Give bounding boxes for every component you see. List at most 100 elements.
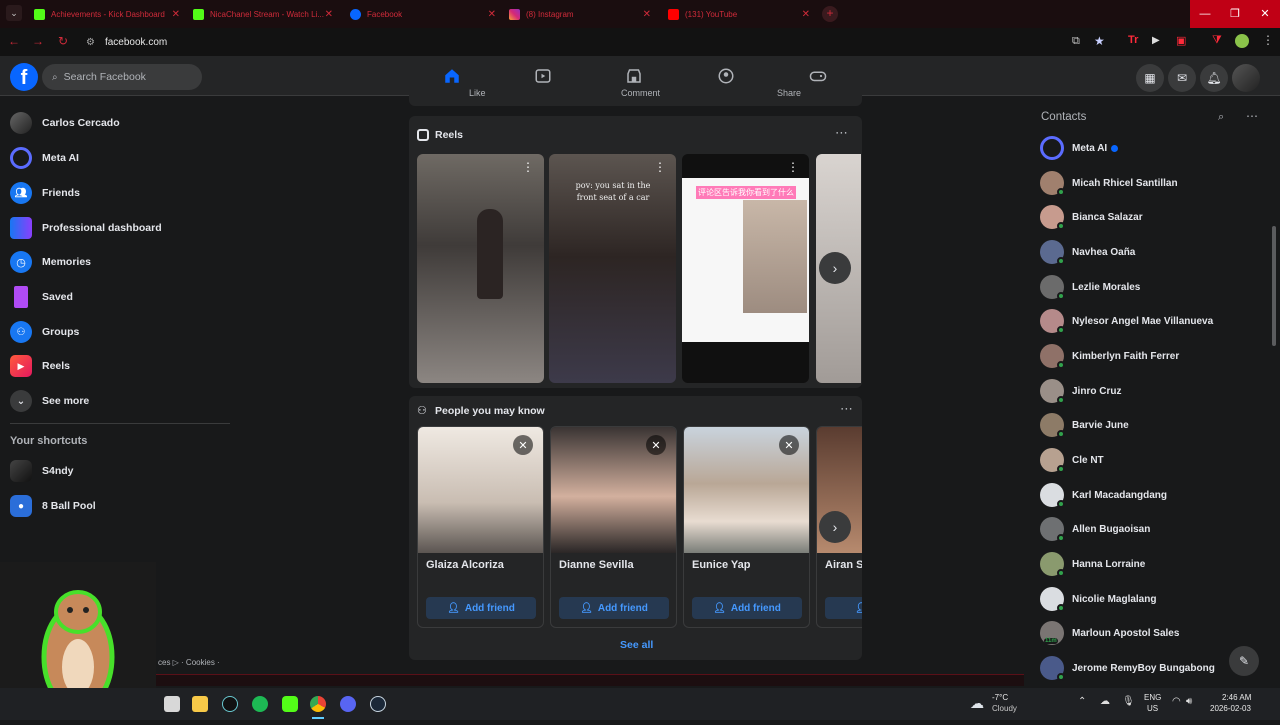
profile-icon[interactable] [1235,34,1249,48]
sidebar-item-memories[interactable]: ◷ Memories [10,247,91,277]
volume-icon[interactable]: 🔊︎ [1186,696,1192,707]
contact-item[interactable]: Hanna Lorraine [1040,550,1240,578]
extension-red-icon[interactable]: ▣ [1176,34,1186,47]
clock-date[interactable]: 2026-02-03 [1210,704,1251,713]
tab-kick-dashboard[interactable]: Achievements - Kick Dashboard ✕ [34,3,180,25]
contact-item[interactable]: Barvie June [1040,411,1240,439]
contact-item[interactable]: Nicolie Maglalang [1040,585,1240,613]
tab-instagram[interactable]: (8) Instagram ✕ [509,3,651,25]
extension-icon[interactable]: Tr [1128,34,1138,46]
person-name[interactable]: Airan S [825,559,862,571]
contact-item[interactable]: Lezlie Morales [1040,273,1240,301]
pymk-person[interactable]: ✕ Eunice Yap 👤︎ Add friend [683,426,810,628]
like-button[interactable]: Like [469,88,486,98]
close-tab-icon[interactable]: ✕ [325,9,333,20]
contact-item[interactable]: Bianca Salazar [1040,203,1240,231]
shortcut-s4ndy[interactable]: S4ndy [10,456,74,486]
reel-more-icon[interactable]: ⋮ [522,160,534,174]
contact-item[interactable]: Jerome RemyBoy Bungabong [1040,654,1240,682]
tab-youtube[interactable]: (131) YouTube ✕ [668,3,810,25]
contact-item[interactable]: Nylesor Angel Mae Villanueva [1040,307,1240,335]
reel-more-icon[interactable]: ⋮ [654,160,666,174]
discord-icon[interactable] [340,696,356,712]
contact-item[interactable]: Allen Bugaoisan [1040,515,1240,543]
person-name[interactable]: Eunice Yap [692,559,751,571]
weather-text[interactable]: Cloudy [992,704,1017,713]
comment-button[interactable]: Comment [621,88,660,98]
contacts-more-icon[interactable]: ⋯ [1246,109,1258,123]
contact-item[interactable]: Kimberlyn Faith Ferrer [1040,342,1240,370]
sidebar-item-groups[interactable]: ⚇ Groups [10,317,79,347]
chrome-icon[interactable] [310,696,326,712]
spotify-icon[interactable] [252,696,268,712]
sidebar-item-meta-ai[interactable]: Meta AI [10,143,79,173]
person-name[interactable]: Glaiza Alcoriza [426,559,504,571]
close-icon[interactable]: ✕ [646,435,666,455]
add-friend-button[interactable]: 👤︎ Add friend [559,597,669,619]
site-info-icon[interactable]: ⚙ [86,37,95,48]
tab-kick-stream[interactable]: NicaChanel Stream - Watch Li... ✕ [193,3,333,25]
wifi-icon[interactable]: ◠ [1172,696,1181,707]
pymk-more-icon[interactable]: ⋯ [840,401,853,417]
sidebar-item-professional-dashboard[interactable]: Professional dashboard [10,213,162,243]
file-explorer-icon[interactable] [192,696,208,712]
close-window-button[interactable]: ✕ [1250,0,1280,28]
close-tab-icon[interactable]: ✕ [488,9,496,20]
address-bar[interactable]: ⚙ facebook.com [80,31,1120,53]
account-avatar[interactable] [1232,64,1260,92]
weather-temp[interactable]: -7°C [992,693,1008,702]
contact-item[interactable]: Karl Macadangdang [1040,481,1240,509]
new-tab-button[interactable]: + [822,6,838,22]
search-box[interactable]: ⌕ Search Facebook [42,64,202,90]
sidebar-item-friends[interactable]: 👥︎ Friends [10,178,80,208]
person-name[interactable]: Dianne Sevilla [559,559,634,571]
restore-button[interactable]: ❐ [1220,0,1250,28]
add-friend-button[interactable]: 👤︎ Add friend [426,597,536,619]
forward-icon[interactable]: → [32,34,44,48]
bookmark-star-icon[interactable]: ★ [1094,34,1105,48]
pymk-person[interactable]: ✕ Glaiza Alcoriza 👤︎ Add friend [417,426,544,628]
clock-time[interactable]: 2:46 AM [1222,693,1251,702]
install-app-icon[interactable]: ⧉ [1072,35,1080,48]
sidebar-item-reels[interactable]: ▶ Reels [10,351,70,381]
minimize-button[interactable]: — [1190,0,1220,28]
page-scrollbar[interactable] [1272,226,1276,346]
reel-item[interactable]: 评论区告诉我你看到了什么 ⋮ [682,154,809,383]
contact-item[interactable]: Meta AI [1040,134,1240,162]
new-message-button[interactable]: ✎ [1229,646,1259,676]
contact-item[interactable]: Cle NT [1040,446,1240,474]
onedrive-icon[interactable]: ☁ [1100,696,1110,707]
chevron-up-icon[interactable]: ⌃ [1078,696,1086,707]
steam-icon[interactable] [370,696,386,712]
shortcut-8-ball-pool[interactable]: ● 8 Ball Pool [10,491,96,521]
share-button[interactable]: Share [777,88,801,98]
sidebar-item-profile[interactable]: Carlos Cercado [10,108,120,138]
footer-links[interactable]: ces ▷ · Cookies · [158,658,220,667]
tab-facebook[interactable]: Facebook ✕ [350,3,496,25]
reels-next-button[interactable]: › [819,252,851,284]
add-friend-button[interactable]: 👤︎ [825,597,862,619]
contact-item[interactable]: 11m Marloun Apostol Sales [1040,619,1240,647]
add-friend-button[interactable]: 👤︎ Add friend [692,597,802,619]
reel-item[interactable]: ⋮ [417,154,544,383]
language-code[interactable]: ENG [1144,693,1161,702]
browser-menu-icon[interactable]: ⋮ [1262,33,1274,47]
menu-button[interactable]: ▦ [1136,64,1164,92]
close-tab-icon[interactable]: ✕ [802,9,810,20]
close-icon[interactable]: ✕ [513,435,533,455]
facebook-logo-icon[interactable]: f [10,63,38,91]
search-icon[interactable]: ⌕ [1218,111,1224,124]
kick-app-icon[interactable] [282,696,298,712]
close-tab-icon[interactable]: ✕ [643,9,651,20]
reel-more-icon[interactable]: ⋮ [787,160,799,174]
notifications-button[interactable]: 🔔︎ [1200,64,1228,92]
contact-item[interactable]: Jinro Cruz [1040,377,1240,405]
contact-item[interactable]: Navhea Oaña [1040,238,1240,266]
contact-item[interactable]: Micah Rhicel Santillan [1040,169,1240,197]
close-icon[interactable]: ✕ [779,435,799,455]
sidebar-item-saved[interactable]: Saved [10,282,73,312]
tab-search-button[interactable]: ⌄ [6,5,22,21]
reload-icon[interactable]: ↻ [58,34,68,48]
extensions-puzzle-icon[interactable]: ⧩ [1212,34,1222,47]
sidebar-item-see-more[interactable]: ⌄ See more [10,386,89,416]
